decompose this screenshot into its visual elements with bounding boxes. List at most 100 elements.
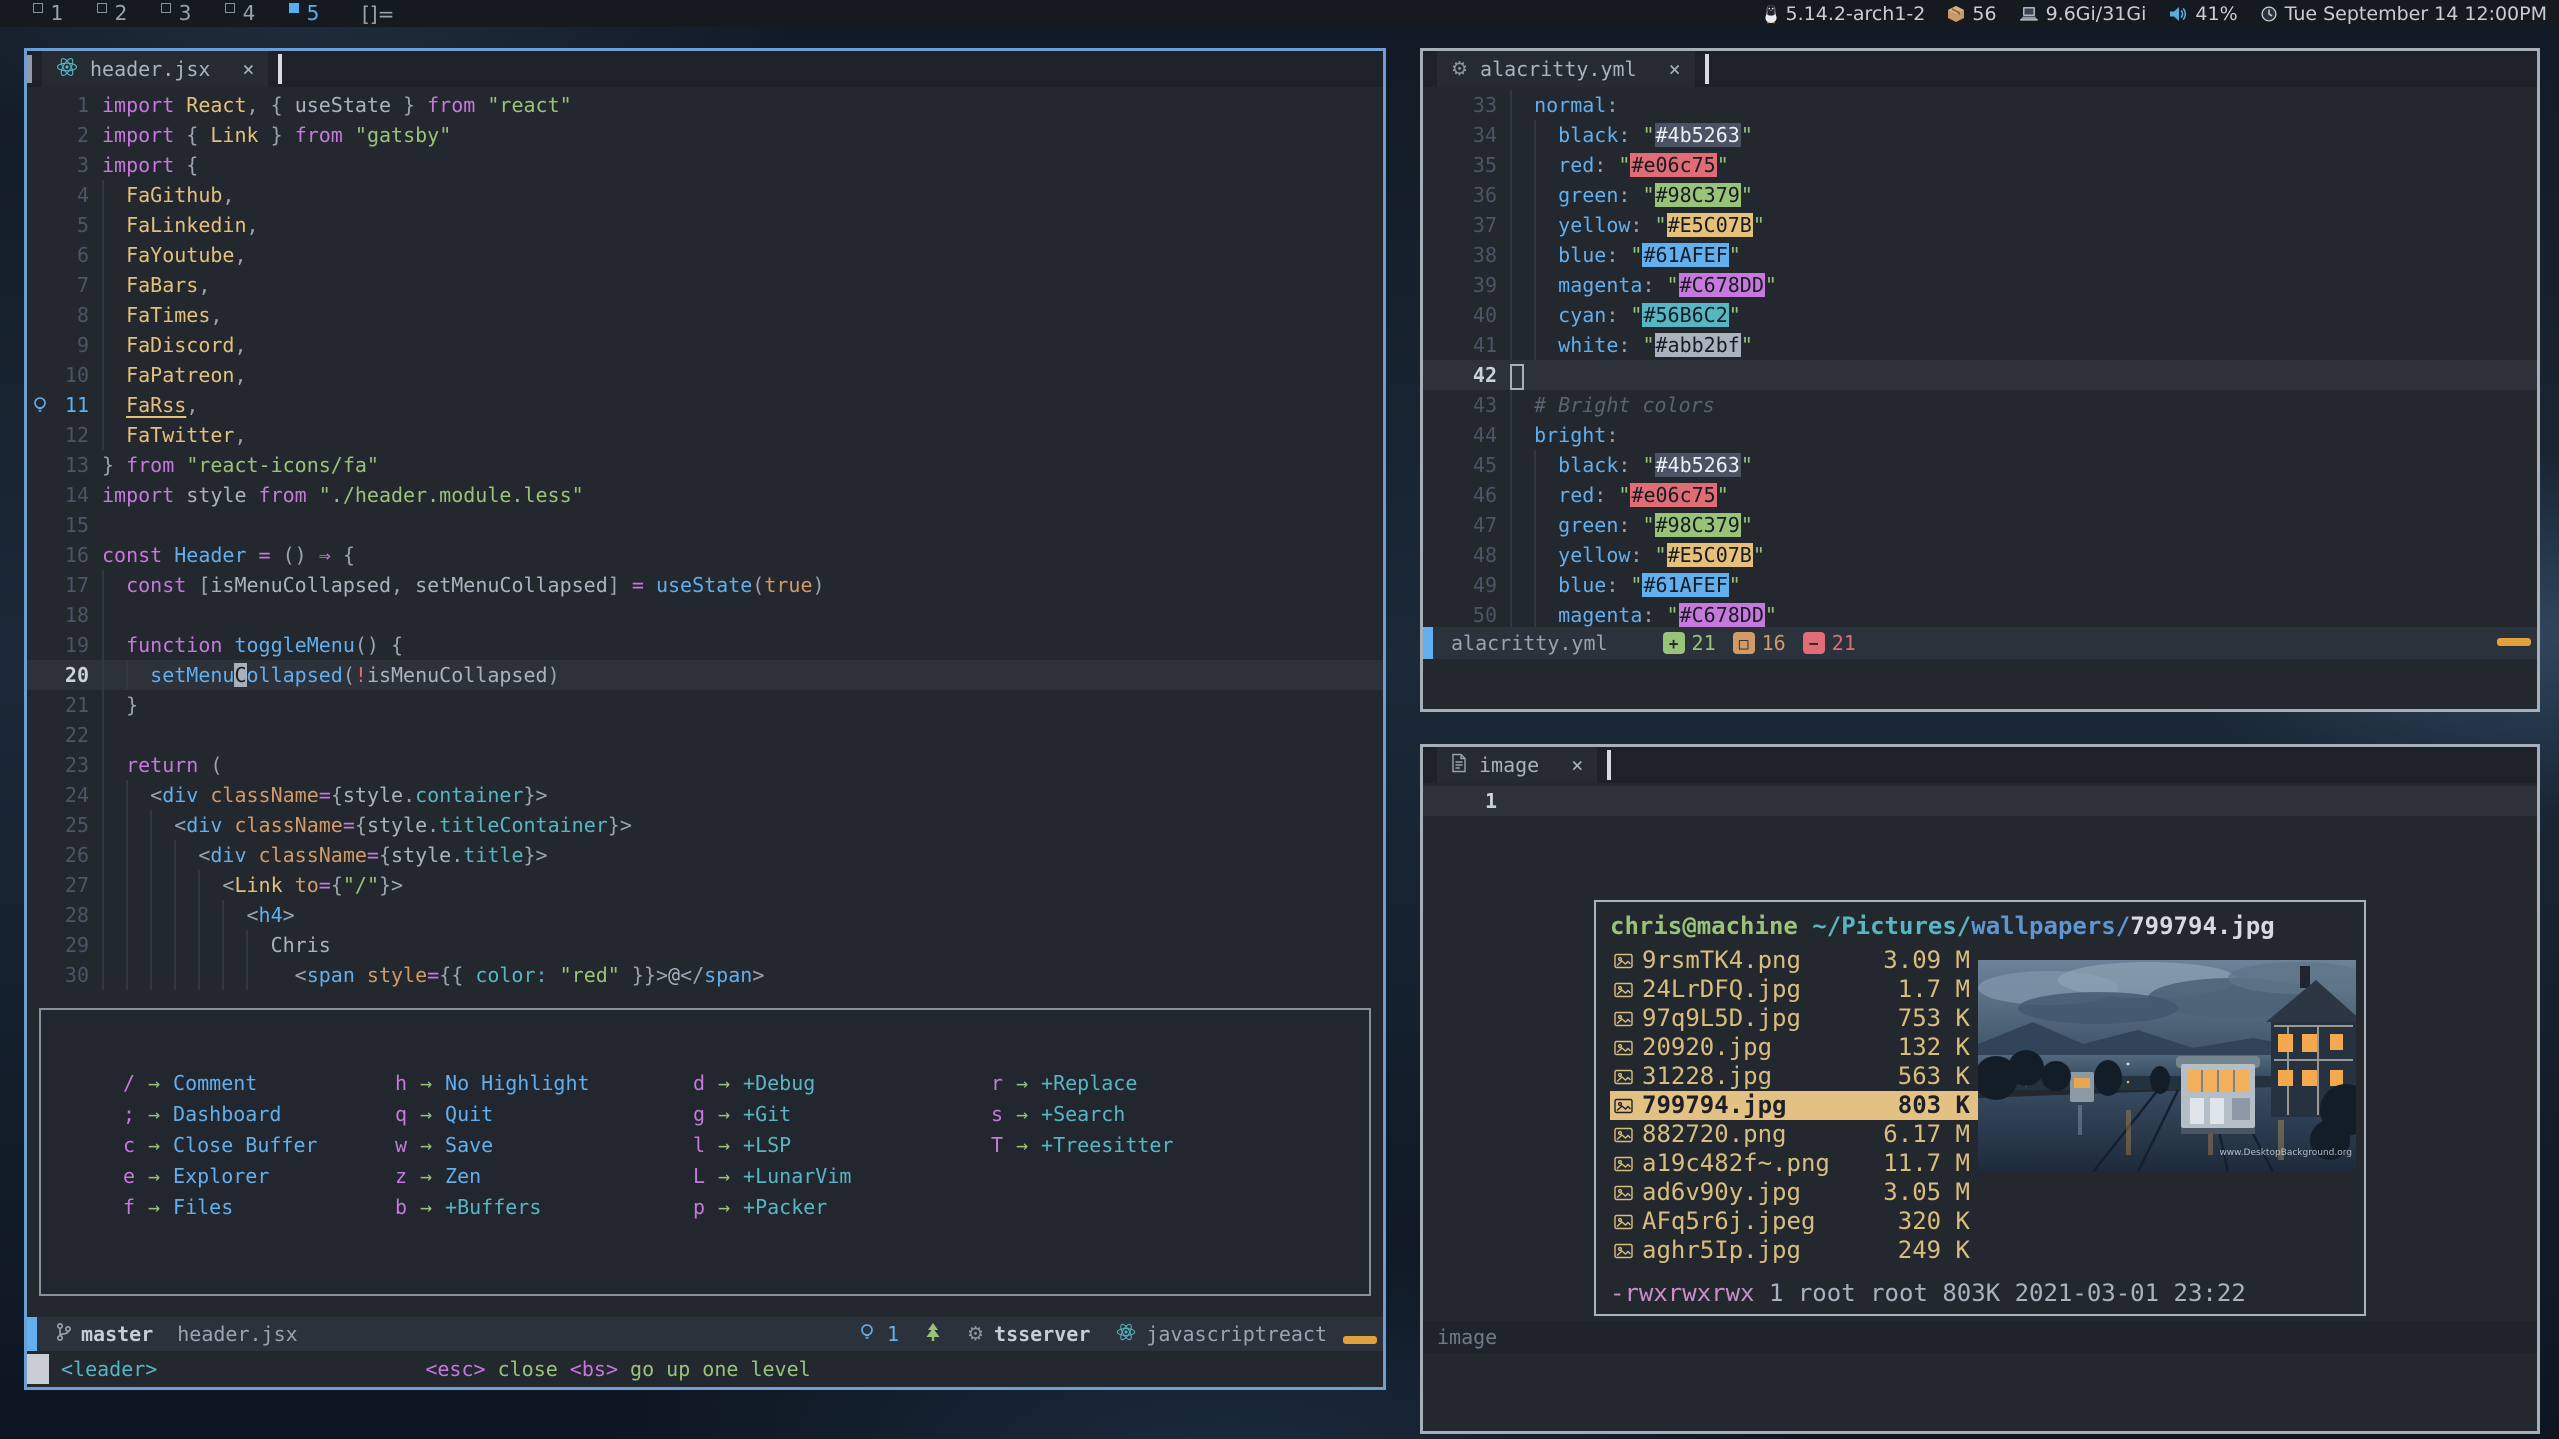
whichkey-item[interactable]: e→Explorer <box>121 1161 393 1192</box>
gear-icon: ⚙ <box>1451 58 1468 80</box>
whichkey-item[interactable]: ;→Dashboard <box>121 1099 393 1130</box>
code-line[interactable]: 38 blue: "#61AFEF" <box>1423 240 2537 270</box>
workspace-button-2[interactable]: 2 <box>80 1 144 26</box>
whichkey-item[interactable]: d→+Debug <box>691 1068 989 1099</box>
whichkey-item[interactable]: f→Files <box>121 1192 393 1223</box>
workspace-button-5[interactable]: 5 <box>272 1 336 26</box>
close-icon[interactable]: × <box>1571 753 1583 777</box>
code-line[interactable]: 36 green: "#98C379" <box>1423 180 2537 210</box>
code-text: red: "#e06c75" <box>1497 480 1729 510</box>
code-line[interactable]: 22 <box>27 720 1383 750</box>
code-line[interactable]: 21 } <box>27 690 1383 720</box>
code-line[interactable]: 28 <h4> <box>27 900 1383 930</box>
code-line[interactable]: 35 red: "#e06c75" <box>1423 150 2537 180</box>
whichkey-item[interactable]: h→No Highlight <box>393 1068 691 1099</box>
code-line[interactable]: 43 # Bright colors <box>1423 390 2537 420</box>
file-row[interactable]: aghr5Ip.jpg249 K <box>1610 1236 2364 1265</box>
workspace-button-1[interactable]: 1 <box>16 1 80 26</box>
code-line[interactable]: 24 <div className={style.container}> <box>27 780 1383 810</box>
statusline-filename: alacritty.yml <box>1451 631 1608 655</box>
code-line[interactable]: 44 bright: <box>1423 420 2537 450</box>
code-line[interactable]: 1 <box>1423 786 2537 816</box>
code-line[interactable]: 42 <box>1423 360 2537 390</box>
code-line[interactable]: 4 FaGithub, <box>27 180 1383 210</box>
whichkey-item[interactable]: b→+Buffers <box>393 1192 691 1223</box>
code-line[interactable]: 18 <box>27 600 1383 630</box>
workspace-button-3[interactable]: 3 <box>144 1 208 26</box>
file-size: 11.7 M <box>1852 1149 1970 1178</box>
hint-bs-label: go up one level <box>618 1357 811 1381</box>
buffer-area-image[interactable]: 1 chris@machine ~/Pictures/wallpapers/79… <box>1423 783 2537 1321</box>
code-line[interactable]: 29 Chris <box>27 930 1383 960</box>
code-line[interactable]: 10 FaPatreon, <box>27 360 1383 390</box>
code-line[interactable]: 13} from "react-icons/fa" <box>27 450 1383 480</box>
whichkey-item[interactable]: r→+Replace <box>989 1068 1174 1099</box>
whichkey-item[interactable]: T→+Treesitter <box>989 1130 1174 1161</box>
code-line[interactable]: 17 const [isMenuCollapsed, setMenuCollap… <box>27 570 1383 600</box>
code-line[interactable]: 48 yellow: "#E5C07B" <box>1423 540 2537 570</box>
whichkey-item[interactable]: /→Comment <box>121 1068 393 1099</box>
code-line[interactable]: 3import { <box>27 150 1383 180</box>
file-row[interactable]: AFq5r6j.jpeg320 K <box>1610 1207 2364 1236</box>
code-line[interactable]: 47 green: "#98C379" <box>1423 510 2537 540</box>
code-line[interactable]: 25 <div className={style.titleContainer}… <box>27 810 1383 840</box>
tab-label: image <box>1479 753 1539 777</box>
code-line[interactable]: 26 <div className={style.title}> <box>27 840 1383 870</box>
code-line[interactable]: 15 <box>27 510 1383 540</box>
hint-esc-label: close <box>486 1357 570 1381</box>
whichkey-item[interactable]: c→Close Buffer <box>121 1130 393 1161</box>
code-line[interactable]: 9 FaDiscord, <box>27 330 1383 360</box>
code-line[interactable]: 8 FaTimes, <box>27 300 1383 330</box>
filetype-label: javascriptreact <box>1146 1322 1327 1346</box>
code-line[interactable]: 14import style from "./header.module.les… <box>27 480 1383 510</box>
code-line[interactable]: 34 black: "#4b5263" <box>1423 120 2537 150</box>
token: " <box>1630 243 1642 267</box>
workspace-button-4[interactable]: 4 <box>208 1 272 26</box>
code-line[interactable]: 12 FaTwitter, <box>27 420 1383 450</box>
code-line[interactable]: 50 magenta: "#C678DD" <box>1423 600 2537 627</box>
whichkey-item[interactable]: p→+Packer <box>691 1192 989 1223</box>
code-line[interactable]: 2import { Link } from "gatsby" <box>27 120 1383 150</box>
code-line[interactable]: 39 magenta: "#C678DD" <box>1423 270 2537 300</box>
code-area-alacritty[interactable]: 33 normal:34 black: "#4b5263"35 red: "#e… <box>1423 87 2537 627</box>
indent-guide <box>150 930 152 960</box>
line-number: 50 <box>1449 600 1497 627</box>
whichkey-item[interactable]: l→+LSP <box>691 1130 989 1161</box>
code-line[interactable]: 37 yellow: "#E5C07B" <box>1423 210 2537 240</box>
token: " <box>1729 243 1741 267</box>
tab-image[interactable]: image × <box>1437 747 1597 783</box>
code-line[interactable]: 49 blue: "#61AFEF" <box>1423 570 2537 600</box>
tab-label: header.jsx <box>90 57 210 81</box>
close-icon[interactable]: × <box>1669 57 1681 81</box>
close-icon[interactable]: × <box>242 57 254 81</box>
file-row[interactable]: ad6v90y.jpg3.05 M <box>1610 1178 2364 1207</box>
code-line[interactable]: 33 normal: <box>1423 90 2537 120</box>
code-line[interactable]: 41 white: "#abb2bf" <box>1423 330 2537 360</box>
whichkey-item[interactable]: g→+Git <box>691 1099 989 1130</box>
whichkey-item[interactable]: L→+LunarVim <box>691 1161 989 1192</box>
code-line[interactable]: 40 cyan: "#56B6C2" <box>1423 300 2537 330</box>
indent-guide <box>102 570 104 600</box>
code-line[interactable]: 46 red: "#e06c75" <box>1423 480 2537 510</box>
code-line[interactable]: 5 FaLinkedin, <box>27 210 1383 240</box>
whichkey-item[interactable]: s→+Search <box>989 1099 1174 1130</box>
tab-alacritty-yml[interactable]: ⚙ alacritty.yml × <box>1437 51 1695 87</box>
whichkey-item[interactable]: z→Zen <box>393 1161 691 1192</box>
whichkey-item[interactable]: q→Quit <box>393 1099 691 1130</box>
code-line[interactable]: 23 return ( <box>27 750 1383 780</box>
line-number: 21 <box>53 690 89 720</box>
diff-added-count: 21 <box>1692 631 1716 655</box>
code-line[interactable]: 6 FaYoutube, <box>27 240 1383 270</box>
tab-header-jsx[interactable]: header.jsx × <box>42 51 268 87</box>
code-line[interactable]: 7 FaBars, <box>27 270 1383 300</box>
code-line[interactable]: 19 function toggleMenu() { <box>27 630 1383 660</box>
code-line[interactable]: 30 <span style={{ color: "red" }}>@</spa… <box>27 960 1383 990</box>
code-line[interactable]: 20 setMenuCollapsed(!isMenuCollapsed) <box>27 660 1383 690</box>
code-line[interactable]: 11 FaRss, <box>27 390 1383 420</box>
code-line[interactable]: 1import React, { useState } from "react" <box>27 90 1383 120</box>
code-line[interactable]: 16const Header = () ⇒ { <box>27 540 1383 570</box>
file-size: 803 K <box>1852 1091 1970 1120</box>
code-line[interactable]: 45 black: "#4b5263" <box>1423 450 2537 480</box>
whichkey-item[interactable]: w→Save <box>393 1130 691 1161</box>
code-line[interactable]: 27 <Link to={"/"}> <box>27 870 1383 900</box>
